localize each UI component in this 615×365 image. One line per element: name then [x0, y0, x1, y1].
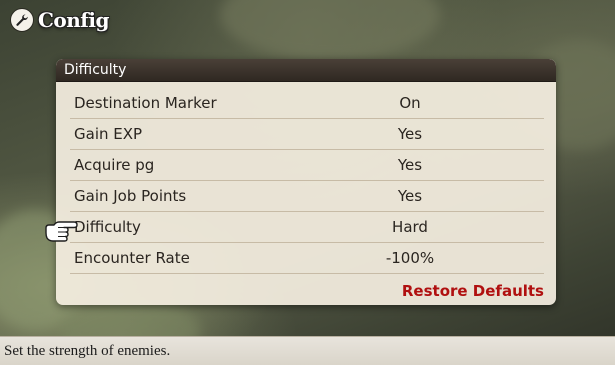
setting-row-acquire-pg[interactable]: Acquire pg Yes [70, 150, 544, 181]
panel-title: Difficulty [64, 62, 127, 78]
config-panel: Difficulty Destination Marker On Gain EX… [56, 59, 556, 305]
page-title: Config [38, 8, 109, 32]
setting-row-difficulty[interactable]: Difficulty Hard [70, 212, 544, 243]
setting-value[interactable]: On [370, 94, 450, 112]
panel-header: Difficulty [56, 59, 556, 82]
config-header: Config [10, 8, 109, 32]
setting-row-destination-marker[interactable]: Destination Marker On [70, 88, 544, 119]
pointing-hand-cursor-icon [44, 218, 78, 242]
settings-list: Destination Marker On Gain EXP Yes Acqui… [70, 88, 544, 274]
setting-label: Acquire pg [74, 156, 155, 174]
setting-label: Gain EXP [74, 125, 143, 143]
setting-value[interactable]: Yes [370, 125, 450, 143]
setting-value[interactable]: -100% [370, 249, 450, 267]
game-screen: Config Difficulty Destination Marker On … [0, 0, 615, 365]
wrench-icon [10, 8, 34, 32]
setting-label: Difficulty [74, 218, 141, 236]
setting-value[interactable]: Yes [370, 187, 450, 205]
background-foliage [220, 0, 440, 60]
help-text: Set the strength of enemies. [4, 343, 171, 359]
restore-defaults-button[interactable]: Restore Defaults [402, 282, 544, 300]
setting-row-gain-exp[interactable]: Gain EXP Yes [70, 119, 544, 150]
setting-label: Destination Marker [74, 94, 217, 112]
setting-value[interactable]: Hard [370, 218, 450, 236]
setting-value[interactable]: Yes [370, 156, 450, 174]
setting-label: Encounter Rate [74, 249, 190, 267]
setting-label: Gain Job Points [74, 187, 187, 205]
setting-row-gain-job-points[interactable]: Gain Job Points Yes [70, 181, 544, 212]
help-bar: Set the strength of enemies. [0, 336, 615, 365]
setting-row-encounter-rate[interactable]: Encounter Rate -100% [70, 243, 544, 274]
